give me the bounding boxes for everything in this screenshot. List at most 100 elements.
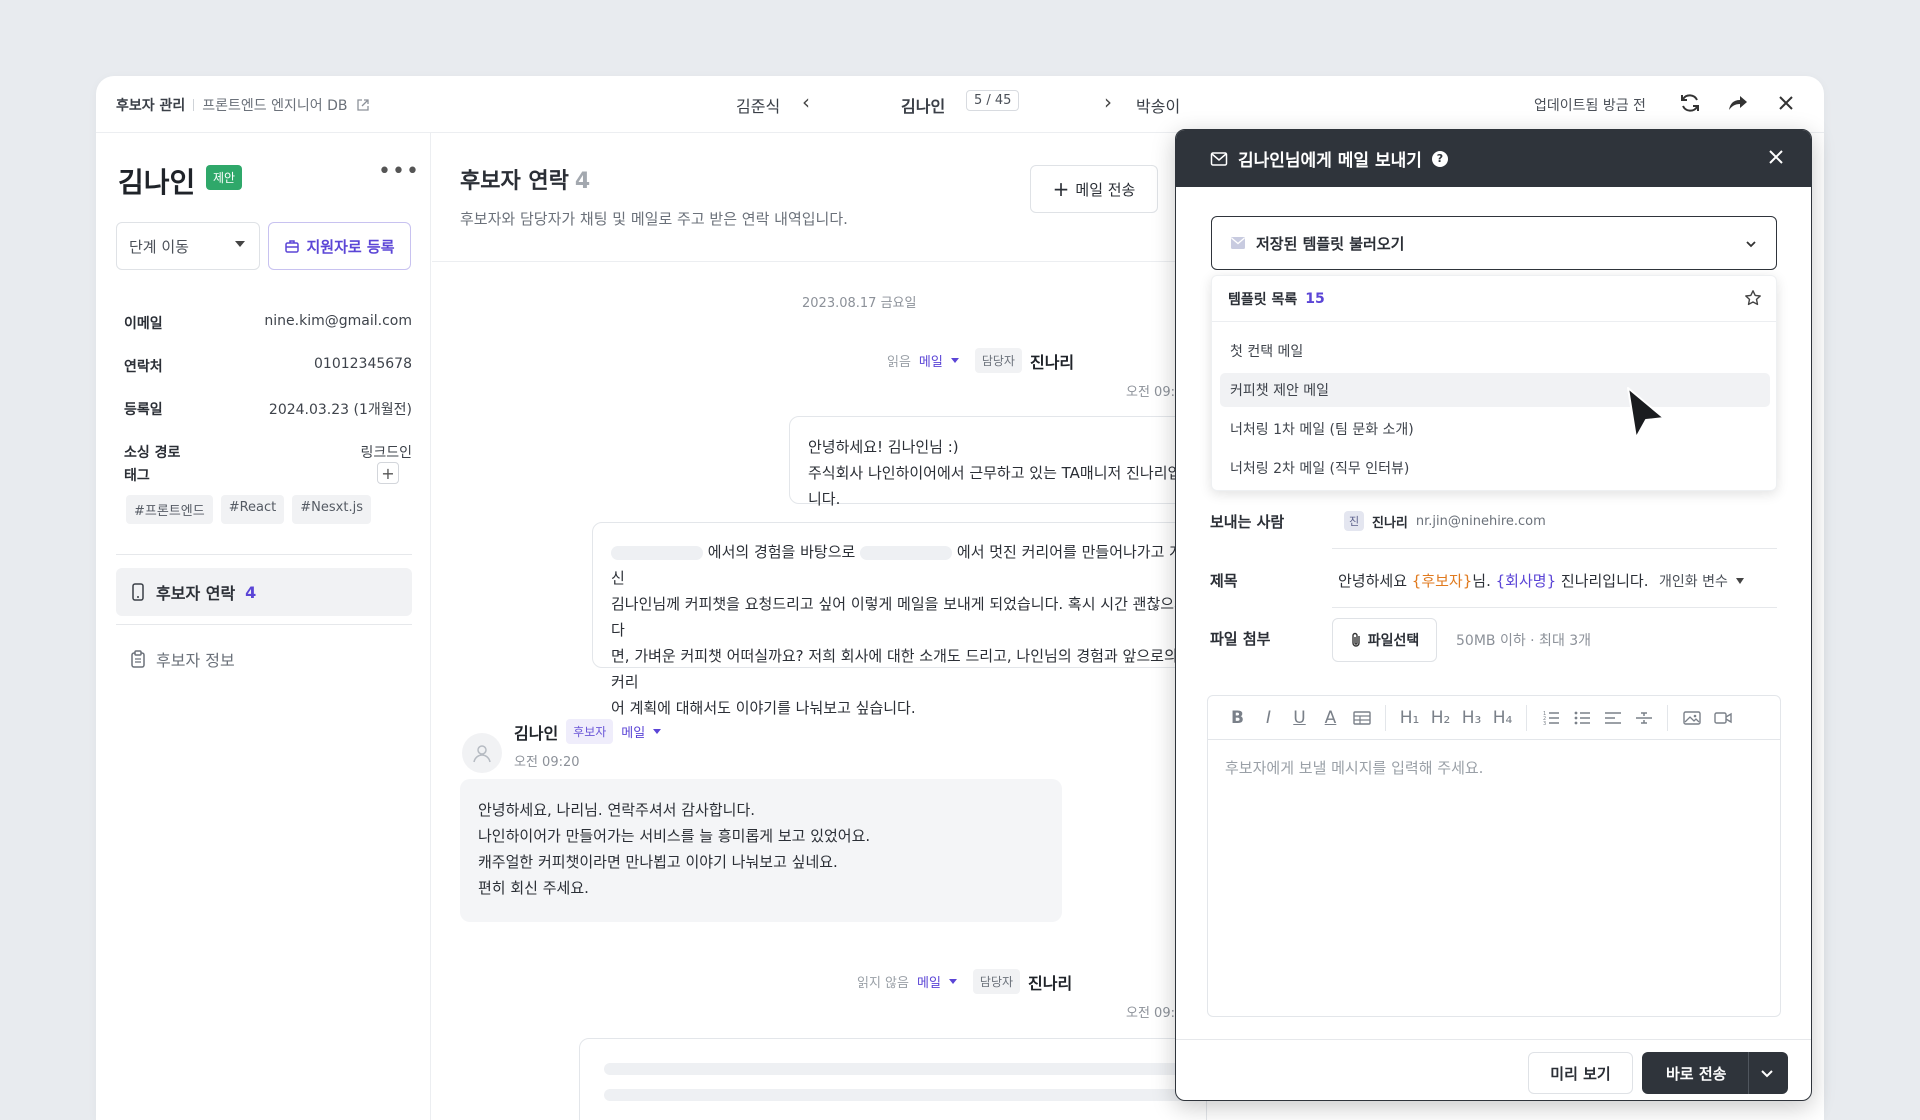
- breadcrumb-root[interactable]: 후보자 관리: [116, 95, 185, 115]
- add-tag-button[interactable]: +: [377, 462, 399, 484]
- avatar: [462, 733, 502, 773]
- template-dropdown: 템플릿 목록 15 첫 컨택 메일 커피챗 제안 메일 너처링 1차 메일 (팀…: [1211, 275, 1777, 491]
- loading-placeholder: [604, 1063, 1184, 1075]
- read-status: 읽지 않음: [857, 976, 909, 991]
- status-badge: 제안: [206, 165, 243, 190]
- plus-icon: +: [1052, 177, 1070, 201]
- page-subtitle: 후보자와 담당자가 채팅 및 메일로 주고 받은 연락 내역입니다.: [460, 210, 848, 228]
- briefcase-icon: [285, 240, 300, 253]
- heading-1-button[interactable]: H₁: [1394, 703, 1425, 733]
- send-mail-button[interactable]: + 메일 전송: [1030, 165, 1158, 213]
- align-left-icon[interactable]: [1597, 703, 1628, 733]
- sender-avatar: 진: [1344, 511, 1364, 531]
- italic-button[interactable]: I: [1253, 703, 1284, 733]
- candidate-position: 5 / 45: [966, 90, 1020, 111]
- breadcrumb-db[interactable]: 프론트엔드 엔지니어 DB: [202, 95, 347, 115]
- divider: [1332, 548, 1777, 549]
- send-mail-label: 메일 전송: [1075, 180, 1136, 199]
- star-icon[interactable]: [1744, 289, 1762, 307]
- register-applicant-button[interactable]: 지원자로 등록: [268, 222, 411, 270]
- phone-value: 01012345678: [314, 356, 412, 372]
- mail-body-editor[interactable]: B I U A H₁ H₂ H₃ H₄ 123 후보자에게 보낼 메시지를 입력…: [1207, 695, 1781, 1017]
- chevron-left-icon[interactable]: ‹: [802, 90, 810, 114]
- close-icon[interactable]: [1765, 146, 1787, 168]
- message-line: 안녕하세요! 김나인님 :): [808, 438, 959, 456]
- heading-4-button[interactable]: H₄: [1487, 703, 1518, 733]
- subject-input[interactable]: 안녕하세요 {후보자}님. {회사명} 진나리입니다.: [1338, 570, 1648, 591]
- template-item[interactable]: 첫 컨택 메일: [1220, 334, 1770, 368]
- tag-chip[interactable]: #Nesxt.js: [292, 495, 371, 524]
- subject-variable: {회사명}: [1495, 572, 1557, 590]
- template-list-label: 템플릿 목록: [1228, 291, 1298, 308]
- template-item[interactable]: 커피챗 제안 메일: [1220, 373, 1770, 407]
- file-select-button[interactable]: 파일선택: [1332, 618, 1437, 662]
- close-icon[interactable]: [1773, 90, 1799, 116]
- share-icon[interactable]: [1725, 90, 1751, 116]
- user-icon: [473, 745, 491, 763]
- template-select[interactable]: 저장된 템플릿 불러오기: [1211, 216, 1777, 270]
- help-icon[interactable]: ?: [1431, 150, 1448, 167]
- tag-chip[interactable]: #프론트엔드: [126, 495, 213, 524]
- more-options-icon[interactable]: •••: [378, 159, 420, 184]
- message-line: 나인하이어가 만들어가는 서비스를 늘 흥미롭게 보고 있었어요.: [478, 827, 871, 845]
- divider: [116, 624, 412, 625]
- preview-button[interactable]: 미리 보기: [1528, 1052, 1633, 1094]
- loading-placeholder: [604, 1089, 1184, 1101]
- caret-down-icon[interactable]: [950, 358, 959, 363]
- toolbar-separator: [1526, 704, 1527, 731]
- profile-sidebar: 김나인 제안 ••• 단계 이동 지원자로 등록 이메일 nine.kim@gm…: [96, 133, 431, 1120]
- phone-icon: [132, 583, 144, 601]
- external-link-icon[interactable]: [356, 98, 370, 112]
- sidebar-item-info[interactable]: 후보자 정보: [116, 635, 412, 683]
- strikethrough-icon[interactable]: [1628, 703, 1659, 733]
- message-line: 면, 가벼운 커피챗 어떠실까요? 저희 회사에 대한 소개도 드리고, 나인님…: [611, 647, 1178, 691]
- channel-dropdown[interactable]: 메일: [917, 972, 941, 991]
- channel-dropdown[interactable]: 메일: [919, 351, 943, 370]
- image-icon[interactable]: [1676, 703, 1707, 733]
- divider: [1332, 607, 1777, 608]
- breadcrumb: 후보자 관리 프론트엔드 엔지니어 DB: [116, 95, 370, 115]
- template-item[interactable]: 너처링 2차 메일 (직무 인터뷰): [1220, 451, 1770, 485]
- phone-label: 연락처: [124, 359, 163, 375]
- caret-down-icon[interactable]: [948, 979, 957, 984]
- bullet-list-icon[interactable]: [1566, 703, 1597, 733]
- loading-placeholder: [611, 545, 703, 560]
- channel-dropdown[interactable]: 메일: [621, 722, 645, 741]
- composer-title: 김나인님에게 메일 보내기: [1238, 151, 1422, 171]
- message-bubble: 안녕하세요! 김나인님 :) 주식회사 나인하이어에서 근무하고 있는 TA매니…: [789, 416, 1207, 508]
- stage-move-select[interactable]: 단계 이동: [116, 222, 260, 270]
- bold-button[interactable]: B: [1222, 703, 1253, 733]
- table-icon[interactable]: [1346, 703, 1377, 733]
- template-select-label: 저장된 템플릿 불러오기: [1256, 234, 1405, 253]
- prev-candidate-name[interactable]: 김준식: [736, 93, 780, 117]
- refresh-icon[interactable]: [1677, 90, 1703, 116]
- caret-down-icon[interactable]: [653, 729, 662, 734]
- mail-composer-panel: 김나인님에게 메일 보내기 ? 저장된 템플릿 불러오기 보내는 사람 진 진나…: [1175, 129, 1812, 1101]
- heading-2-button[interactable]: H₂: [1425, 703, 1456, 733]
- chevron-down-icon[interactable]: [1758, 1064, 1776, 1082]
- chevron-right-icon[interactable]: ›: [1104, 90, 1112, 114]
- toolbar-separator: [1667, 704, 1668, 731]
- tag-chip[interactable]: #React: [220, 495, 285, 524]
- heading-3-button[interactable]: H₃: [1456, 703, 1487, 733]
- email-value[interactable]: nine.kim@gmail.com: [264, 313, 412, 333]
- info-row-email: 이메일 nine.kim@gmail.com: [124, 313, 412, 333]
- sidebar-item-contact[interactable]: 후보자 연락 4: [116, 568, 412, 616]
- video-icon[interactable]: [1707, 703, 1738, 733]
- text-color-button[interactable]: A: [1315, 703, 1346, 733]
- current-candidate-name: 김나인: [901, 97, 946, 116]
- sender-label: 보내는 사람: [1210, 513, 1285, 531]
- ordered-list-icon[interactable]: 123: [1535, 703, 1566, 733]
- personalization-variable-dropdown[interactable]: 개인화 변수: [1659, 571, 1744, 591]
- underline-button[interactable]: U: [1284, 703, 1315, 733]
- message-bubble: 안녕하세요, 나리님. 연락주셔서 감사합니다. 나인하이어가 만들어가는 서비…: [460, 779, 1062, 922]
- send-now-button[interactable]: 바로 전송: [1642, 1052, 1788, 1094]
- subject-label: 제목: [1210, 572, 1238, 590]
- read-status: 읽음: [887, 355, 911, 370]
- tag-list: #프론트엔드 #React #Nesxt.js: [126, 495, 371, 524]
- send-now-label: 바로 전송: [1666, 1065, 1727, 1083]
- template-item[interactable]: 너처링 1차 메일 (팀 문화 소개): [1220, 412, 1770, 446]
- toolbar-separator: [1385, 704, 1386, 731]
- file-hint: 50MB 이하 · 최대 3개: [1456, 633, 1592, 649]
- next-candidate-name[interactable]: 박송이: [1136, 93, 1180, 117]
